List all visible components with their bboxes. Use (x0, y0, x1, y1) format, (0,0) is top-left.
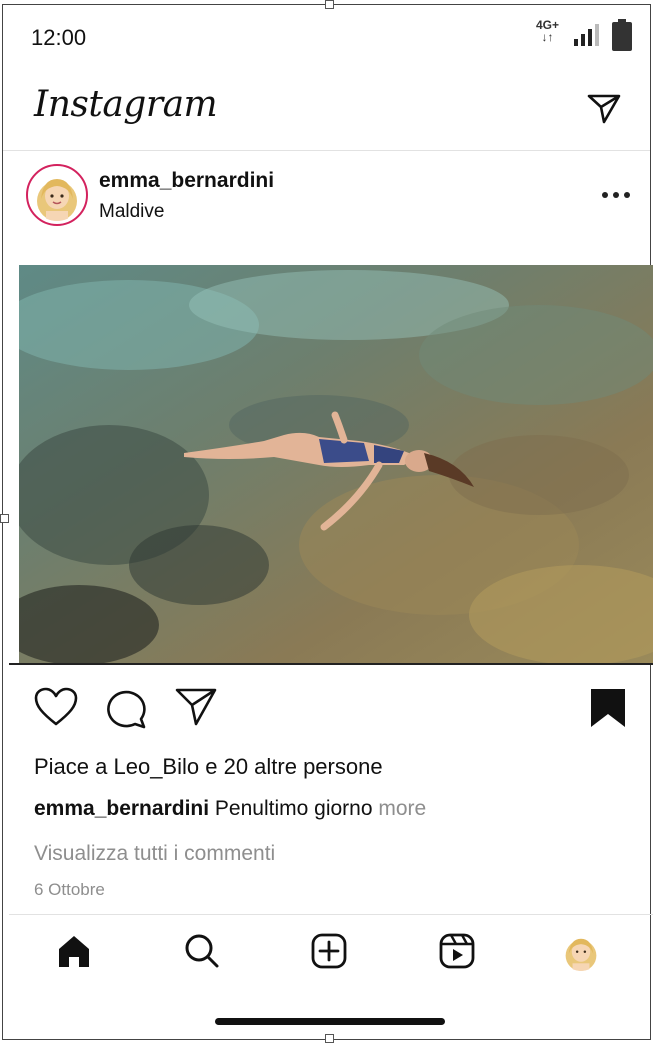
bookmark-saved-icon[interactable] (589, 687, 627, 729)
avatar-image (31, 169, 83, 221)
network-arrows: ↓↑ (541, 30, 554, 44)
image-divider (9, 663, 653, 665)
caption-more-link[interactable]: more (378, 797, 426, 820)
instagram-logo[interactable]: Instagram (34, 84, 218, 125)
profile-avatar[interactable] (561, 931, 601, 971)
frame-handle-top (325, 0, 334, 9)
caption-username[interactable]: emma_bernardini (34, 797, 209, 820)
caption-text: Penultimo giorno (214, 797, 373, 820)
comment-icon[interactable] (105, 687, 147, 729)
status-bar: 12:00 4G+ ↓↑ (3, 5, 650, 73)
battery-icon (612, 19, 632, 51)
new-post-icon[interactable] (311, 933, 347, 969)
post-actions (3, 681, 650, 737)
reels-icon[interactable] (439, 933, 475, 969)
post-username[interactable]: emma_bernardini (99, 169, 274, 193)
screen-frame: 12:00 4G+ ↓↑ Instagram emma_bernardini M… (2, 4, 653, 1040)
user-avatar[interactable] (26, 164, 88, 226)
signal-icon (574, 24, 599, 46)
frame-handle-left (0, 514, 9, 523)
view-comments-link[interactable]: Visualizza tutti i commenti (34, 842, 275, 866)
profile-avatar-image (561, 931, 601, 971)
home-indicator[interactable] (215, 1018, 445, 1025)
likes-text[interactable]: Piace a Leo_Bilo e 20 altre persone (34, 754, 383, 780)
post-caption: emma_bernardini Penultimo giorno more (34, 797, 426, 821)
direct-send-icon[interactable] (587, 93, 621, 125)
bottom-tab-bar (9, 914, 653, 994)
app-header: Instagram (3, 73, 650, 151)
frame-handle-bottom (325, 1034, 334, 1043)
network-indicator: 4G+ ↓↑ (536, 19, 559, 43)
share-icon[interactable] (175, 687, 217, 727)
home-icon[interactable] (56, 933, 92, 969)
post-image[interactable] (19, 265, 653, 663)
more-options-icon[interactable] (601, 191, 631, 199)
post-header: emma_bernardini Maldive (3, 151, 650, 263)
search-icon[interactable] (184, 933, 220, 969)
status-time: 12:00 (31, 25, 87, 50)
post-location[interactable]: Maldive (99, 201, 164, 223)
like-heart-icon[interactable] (34, 687, 78, 727)
post-date: 6 Ottobre (34, 880, 105, 899)
